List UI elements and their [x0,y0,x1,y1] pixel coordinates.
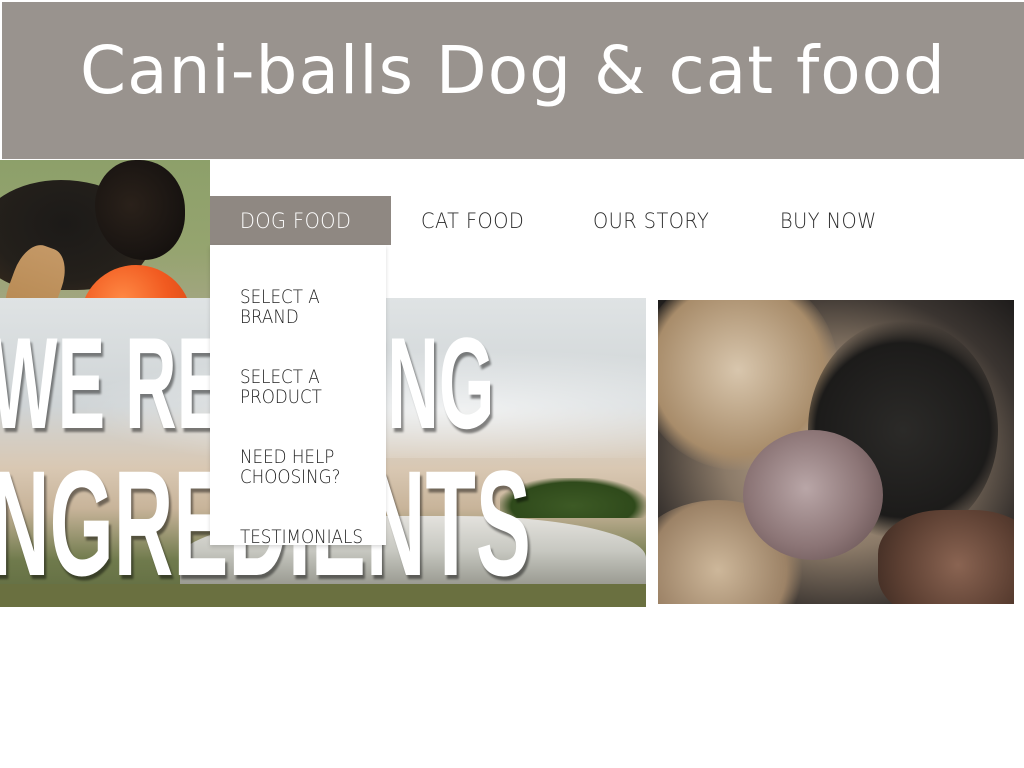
nav-item-dog-food[interactable]: DOG FOOD [210,196,391,245]
dropdown-item-select-product[interactable]: SELECT A PRODUCT [240,347,380,407]
site-title[interactable]: Cani-balls Dog & cat food [80,32,946,109]
dropdown-item-label: TESTIMONIALS [240,526,363,548]
nav-item-label: OUR STORY [593,208,710,233]
nav-item-label: CAT FOOD [420,208,525,233]
nav-item-buy-now[interactable]: BUY NOW [750,196,915,245]
dog-food-dropdown-menu: SELECT A BRAND SELECT A PRODUCT NEED HEL… [210,245,386,547]
nav-item-label: BUY NOW [779,208,877,233]
sleeping-puppy-photo[interactable] [658,300,1014,604]
nav-item-label: DOG FOOD [240,208,352,233]
dropdown-item-label: NEED HELP CHOOSING? [240,446,341,488]
page: Cani-balls Dog & cat food WE RE OWING NG… [0,0,1024,768]
dropdown-item-label: SELECT A PRODUCT [240,366,322,408]
dropdown-item-select-brand[interactable]: SELECT A BRAND [240,267,380,327]
dropdown-item-need-help-choosing[interactable]: NEED HELP CHOOSING? [240,427,380,487]
main-nav: DOG FOOD CAT FOOD OUR STORY BUY NOW [210,196,915,245]
site-header: Cani-balls Dog & cat food [2,2,1024,159]
nav-item-our-story[interactable]: OUR STORY [563,196,749,245]
puppy-blanket [878,510,1014,604]
dropdown-item-testimonials[interactable]: TESTIMONIALS [240,507,380,547]
puppy-ear [743,430,883,560]
nav-item-cat-food[interactable]: CAT FOOD [391,196,563,245]
dropdown-item-label: SELECT A BRAND [240,286,320,328]
